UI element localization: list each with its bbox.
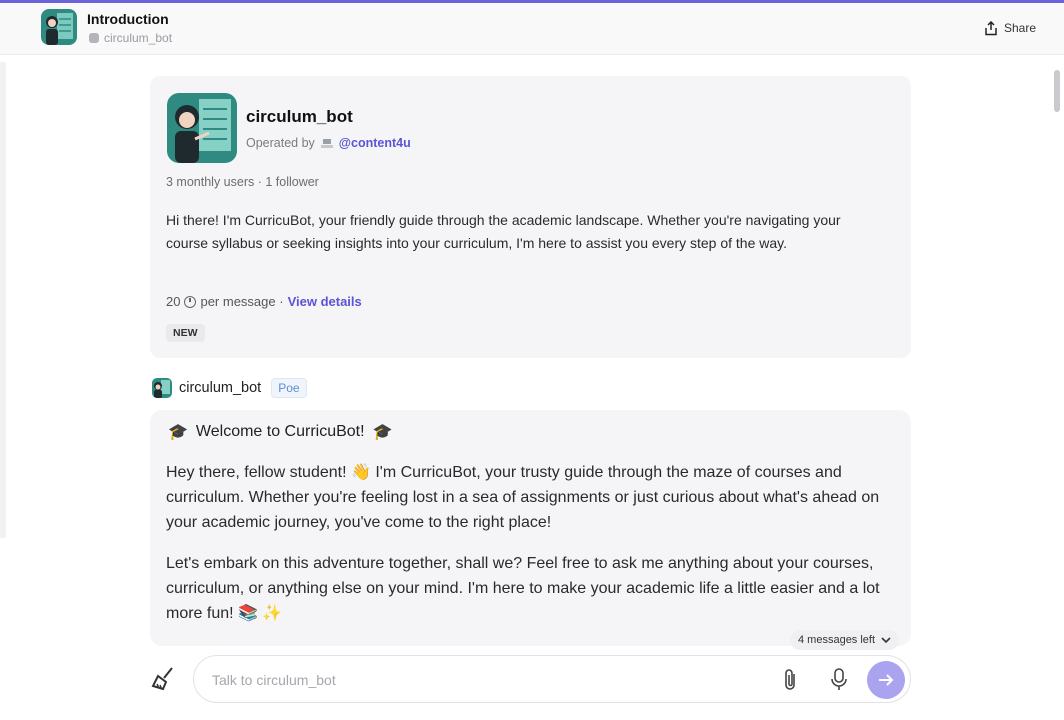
operator-avatar-icon	[320, 138, 333, 148]
operator-link[interactable]: @content4u	[339, 136, 411, 150]
bot-message-bubble: 🎓 Welcome to CurricuBot! 🎓 Hey there, fe…	[150, 410, 911, 646]
sender-avatar[interactable]	[152, 378, 172, 398]
message-paragraph-1: Hey there, fellow student! 👋 I'm Curricu…	[166, 464, 880, 531]
scrollbar[interactable]	[1054, 62, 1060, 702]
left-panel-edge	[0, 62, 6, 538]
sender-name[interactable]: circulum_bot	[179, 380, 261, 396]
message-composer	[193, 655, 911, 703]
view-details-link[interactable]: View details	[288, 294, 362, 309]
graduation-cap-icon: 🎓	[168, 424, 188, 441]
price-suffix: per message ·	[200, 294, 284, 309]
messages-left-dropdown[interactable]: 4 messages left	[790, 630, 900, 650]
send-button[interactable]	[867, 661, 905, 699]
voice-input-button[interactable]	[828, 667, 850, 693]
bot-name: circulum_bot	[246, 107, 353, 126]
message-input[interactable]	[212, 668, 752, 692]
message-paragraph-2: Let's embark on this adventure together,…	[166, 555, 880, 622]
poe-tag: Poe	[271, 378, 307, 398]
graduation-cap-icon-2: 🎓	[372, 424, 393, 441]
bot-intro-card: circulum_bot Operated by @content4u 3 mo…	[150, 76, 911, 358]
header-bot-handle[interactable]: circulum_bot	[89, 31, 172, 45]
bot-avatar[interactable]	[167, 93, 237, 163]
clear-context-button[interactable]	[150, 664, 178, 692]
operated-by: Operated by @content4u	[246, 136, 411, 150]
arrow-right-icon	[879, 674, 894, 686]
paperclip-icon	[785, 669, 795, 690]
microphone-icon	[831, 668, 847, 690]
bot-description: Hi there! I'm CurricuBot, your friendly …	[166, 212, 841, 251]
message-price: 20 per message · View details	[166, 294, 362, 309]
chevron-down-icon	[881, 636, 891, 643]
operated-prefix: Operated by	[246, 136, 315, 150]
bot-stats: 3 monthly users · 1 follower	[166, 175, 319, 189]
welcome-heading: 🎓 Welcome to CurricuBot! 🎓	[168, 422, 393, 442]
welcome-text: Welcome to CurricuBot!	[195, 423, 365, 440]
messages-left-text: 4 messages left	[798, 634, 876, 646]
share-icon	[985, 20, 997, 35]
share-label: Share	[1003, 21, 1036, 35]
bot-badge-icon	[89, 33, 99, 43]
message-sender-row: circulum_bot Poe	[152, 378, 307, 398]
price-value: 20	[166, 294, 181, 309]
broom-icon	[151, 667, 173, 691]
bot-avatar-small[interactable]	[41, 9, 77, 45]
compute-points-icon	[184, 295, 197, 308]
scrollbar-thumb[interactable]	[1054, 70, 1060, 112]
new-badge: NEW	[166, 324, 205, 342]
page-title: Introduction	[87, 11, 169, 27]
attach-button[interactable]	[780, 668, 802, 692]
share-button[interactable]: Share	[978, 15, 1042, 41]
chat-header: Introduction circulum_bot Share	[0, 3, 1064, 55]
header-bot-handle-text: circulum_bot	[104, 31, 173, 45]
